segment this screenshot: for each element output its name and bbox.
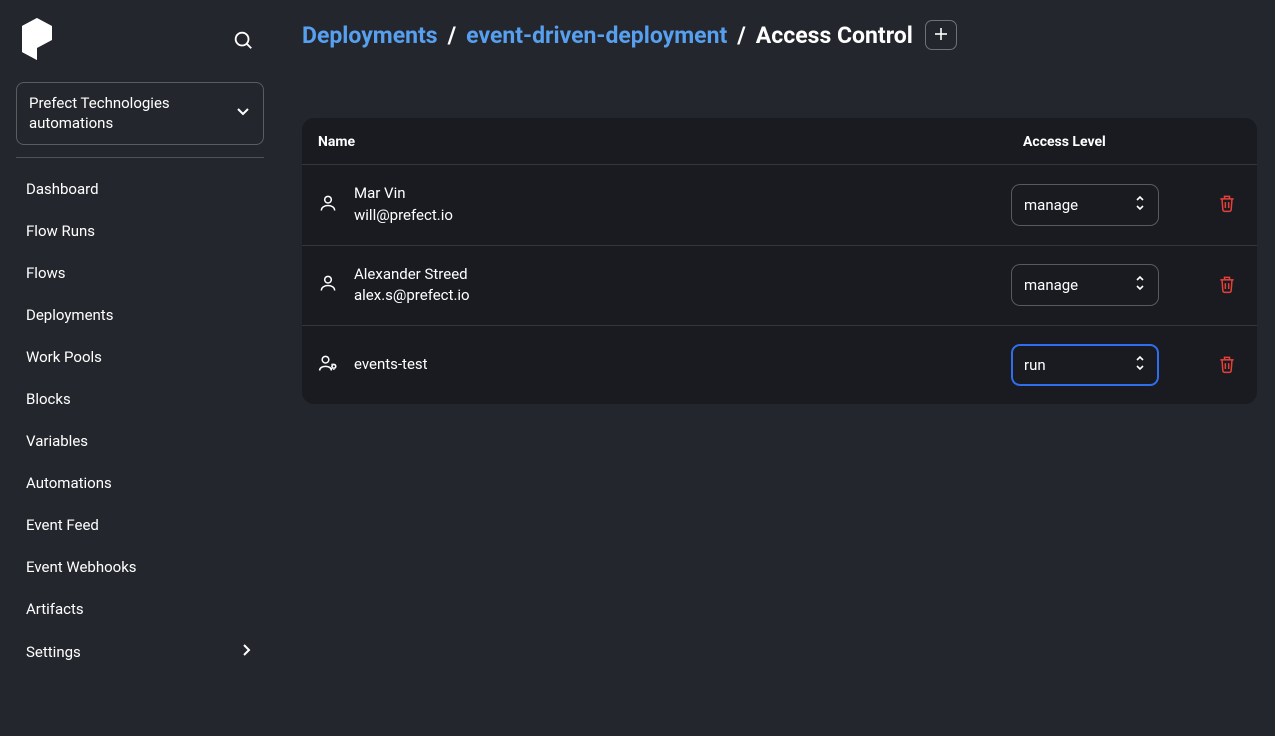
actor-name: events-test — [354, 354, 428, 376]
actor-email: will@prefect.io — [354, 205, 453, 227]
nav-label: Artifacts — [26, 600, 84, 618]
chevron-down-icon — [235, 103, 251, 123]
row-name-cell: Mar Vin will@prefect.io — [318, 183, 1011, 227]
search-icon — [232, 39, 254, 54]
user-icon — [318, 273, 338, 297]
nav-label: Event Webhooks — [26, 558, 137, 576]
table-header: Name Access Level — [302, 118, 1257, 165]
sidebar-nav: Dashboard Flow Runs Flows Deployments Wo… — [16, 168, 264, 674]
row-right-cell: manage — [1011, 184, 1241, 226]
nav-label: Dashboard — [26, 180, 99, 198]
nav-flow-runs[interactable]: Flow Runs — [16, 210, 264, 252]
delete-access-button[interactable] — [1213, 188, 1241, 221]
nav-label: Flows — [26, 264, 66, 282]
breadcrumb-deployments[interactable]: Deployments — [302, 22, 438, 49]
row-name-cell: Alexander Streed alex.s@prefect.io — [318, 264, 1011, 308]
nav-label: Flow Runs — [26, 222, 95, 240]
nav-blocks[interactable]: Blocks — [16, 378, 264, 420]
row-name-cell: events-test — [318, 353, 1011, 377]
nav-dashboard[interactable]: Dashboard — [16, 168, 264, 210]
nav-automations[interactable]: Automations — [16, 462, 264, 504]
row-right-cell: run — [1011, 344, 1241, 386]
nav-settings[interactable]: Settings — [16, 630, 264, 674]
access-level-value: manage — [1024, 196, 1078, 214]
logo-icon — [22, 18, 52, 64]
table-row: Mar Vin will@prefect.io manage — [302, 165, 1257, 246]
updown-icon — [1134, 195, 1146, 215]
breadcrumb-current: Access Control — [756, 22, 913, 49]
nav-label: Variables — [26, 432, 88, 450]
breadcrumb: Deployments / event-driven-deployment / … — [302, 20, 1257, 50]
access-level-select[interactable]: manage — [1011, 184, 1159, 226]
nav-variables[interactable]: Variables — [16, 420, 264, 462]
actor-name: Mar Vin — [354, 183, 453, 205]
table-row: events-test run — [302, 326, 1257, 404]
nav-label: Work Pools — [26, 348, 102, 366]
sidebar-divider — [16, 157, 264, 158]
row-right-cell: manage — [1011, 264, 1241, 306]
nav-event-feed[interactable]: Event Feed — [16, 504, 264, 546]
trash-icon — [1217, 363, 1237, 378]
nav-label: Deployments — [26, 306, 113, 324]
add-access-button[interactable] — [925, 20, 957, 50]
row-text: Mar Vin will@prefect.io — [354, 183, 453, 227]
actor-email: alex.s@prefect.io — [354, 285, 470, 307]
updown-icon — [1134, 355, 1146, 375]
access-level-value: run — [1024, 356, 1046, 374]
row-text: Alexander Streed alex.s@prefect.io — [354, 264, 470, 308]
chevron-right-icon — [238, 642, 254, 662]
group-icon — [318, 353, 338, 377]
plus-icon — [933, 26, 949, 45]
delete-access-button[interactable] — [1213, 349, 1241, 382]
table-row: Alexander Streed alex.s@prefect.io manag… — [302, 246, 1257, 327]
breadcrumb-separator: / — [737, 22, 746, 49]
row-text: events-test — [354, 354, 428, 376]
workspace-selector[interactable]: Prefect Technologies automations — [16, 82, 264, 145]
user-icon — [318, 193, 338, 217]
access-table: Name Access Level Mar Vin will@prefect.i… — [302, 118, 1257, 404]
access-level-select[interactable]: run — [1011, 344, 1159, 386]
updown-icon — [1134, 275, 1146, 295]
nav-flows[interactable]: Flows — [16, 252, 264, 294]
workspace-label: Prefect Technologies automations — [29, 93, 235, 134]
nav-artifacts[interactable]: Artifacts — [16, 588, 264, 630]
nav-label: Settings — [26, 643, 81, 661]
search-button[interactable] — [228, 25, 258, 58]
trash-icon — [1217, 202, 1237, 217]
nav-deployments[interactable]: Deployments — [16, 294, 264, 336]
main-content: Deployments / event-driven-deployment / … — [280, 0, 1275, 736]
th-name: Name — [318, 134, 1011, 150]
nav-label: Automations — [26, 474, 112, 492]
breadcrumb-deployment-name[interactable]: event-driven-deployment — [466, 22, 727, 49]
nav-label: Event Feed — [26, 516, 99, 534]
delete-access-button[interactable] — [1213, 269, 1241, 302]
sidebar: Prefect Technologies automations Dashboa… — [0, 0, 280, 736]
th-access-level: Access Level — [1011, 134, 1241, 150]
sidebar-top — [16, 18, 264, 82]
nav-event-webhooks[interactable]: Event Webhooks — [16, 546, 264, 588]
actor-name: Alexander Streed — [354, 264, 470, 286]
nav-label: Blocks — [26, 390, 71, 408]
nav-work-pools[interactable]: Work Pools — [16, 336, 264, 378]
trash-icon — [1217, 283, 1237, 298]
access-level-select[interactable]: manage — [1011, 264, 1159, 306]
breadcrumb-separator: / — [448, 22, 457, 49]
access-level-value: manage — [1024, 276, 1078, 294]
